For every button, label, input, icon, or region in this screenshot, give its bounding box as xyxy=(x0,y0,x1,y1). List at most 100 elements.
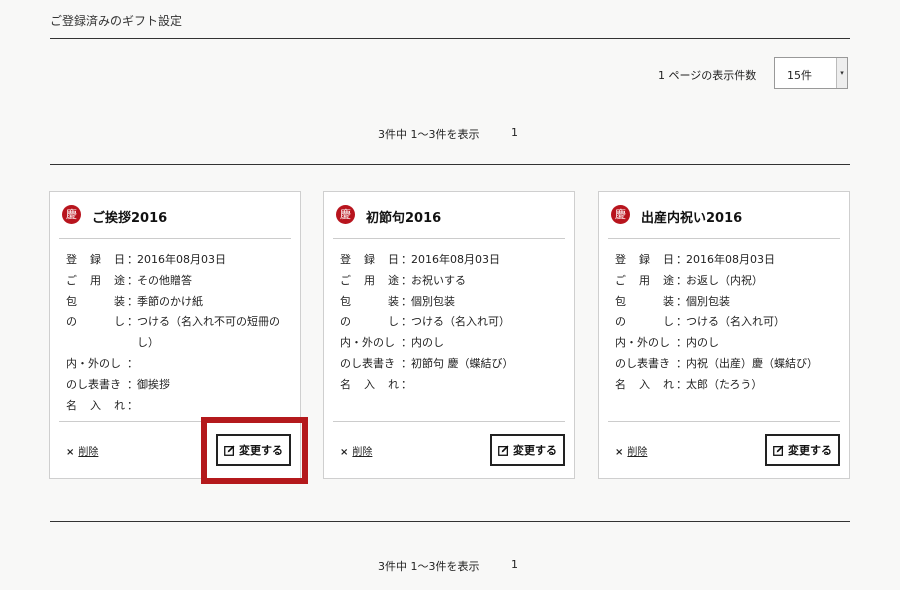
field-colon: ： xyxy=(676,336,687,350)
field-colon: ： xyxy=(127,253,138,266)
field-label-char: 装 xyxy=(114,294,125,308)
field-value-inner-outer xyxy=(137,354,292,375)
card-fields: 登録日： 2016年08月03日ご用途：お祝いする包装：個別包装のし：つける（名入… xyxy=(340,250,566,396)
field-row-inscription: のし表書き ：初節句 慶（蝶結び） xyxy=(340,354,566,375)
field-label: 内・外のし xyxy=(66,354,125,375)
field-colon: ： xyxy=(676,315,687,329)
field-label: のし表書き xyxy=(66,375,125,396)
field-label-char: 装 xyxy=(388,294,399,308)
field-row-noshi: のし：つける（名入れ不可の短冊のし） xyxy=(66,312,292,354)
field-label-char: 用 xyxy=(639,273,650,287)
field-label-char: 途 xyxy=(663,273,674,287)
delete-label: 削除 xyxy=(627,447,648,458)
field-label-char: のし表書き xyxy=(340,356,395,370)
field-label: 名入れ xyxy=(615,375,674,396)
field-label-char: 入 xyxy=(364,377,375,391)
field-value-inner-outer: 内のし xyxy=(686,336,719,350)
field-colon: ： xyxy=(401,356,412,370)
field-label-char: 名 xyxy=(66,398,77,412)
divider xyxy=(50,521,850,522)
gift-setting-card-2: 慶 初節句2016 登録日： 2016年08月03日ご用途：お祝いする包装：個別包… xyxy=(323,191,575,479)
field-label-char: 録 xyxy=(90,253,101,266)
field-label-char: ご xyxy=(66,273,77,287)
field-colon: ： xyxy=(127,315,138,329)
field-row-inner-outer: 内・外のし ：内のし xyxy=(340,333,566,354)
field-colon: ： xyxy=(401,294,412,308)
divider xyxy=(50,164,850,165)
field-label-char: 途 xyxy=(388,273,399,287)
field-value-wrapping: 個別包装 xyxy=(686,294,730,308)
delete-label: 削除 xyxy=(78,447,99,458)
delete-link[interactable]: × 削除 xyxy=(615,443,647,458)
field-row-inner-outer: 内・外のし ：内のし xyxy=(615,333,841,354)
field-row-wrapping: 包装：個別包装 xyxy=(615,292,841,313)
delete-label: 削除 xyxy=(352,447,373,458)
field-label-char: れ xyxy=(388,377,399,391)
chevron-down-icon[interactable]: ▾ xyxy=(836,58,847,88)
field-colon: ： xyxy=(676,377,687,391)
field-row-purpose: ご用途：お祝いする xyxy=(340,271,566,292)
field-value-registered: 2016年08月03日 xyxy=(137,253,226,266)
field-label-char: 登 xyxy=(340,253,351,266)
field-value-name xyxy=(411,375,566,396)
divider xyxy=(333,238,565,239)
field-row-name: 名入れ： xyxy=(66,396,292,417)
field-value-name xyxy=(137,396,292,417)
field-row-registered: 登録日： 2016年08月03日 xyxy=(66,250,292,271)
field-value-registered: 2016年08月03日 xyxy=(411,253,500,266)
field-label-char: ご xyxy=(340,273,351,287)
delete-link[interactable]: × 削除 xyxy=(340,443,372,458)
pager-page-1[interactable]: 1 xyxy=(511,558,518,571)
field-row-registered: 登録日： 2016年08月03日 xyxy=(340,250,566,271)
field-label-char: ご xyxy=(615,273,626,287)
field-label-char: し xyxy=(388,315,399,329)
field-label-char: 包 xyxy=(66,294,77,308)
field-colon: ： xyxy=(676,294,687,308)
field-label-char: 登 xyxy=(66,253,77,266)
field-label-char: 登 xyxy=(615,253,626,266)
field-value-wrapping: 季節のかけ紙 xyxy=(137,294,203,308)
field-value-purpose: お祝いする xyxy=(411,273,466,287)
field-label-char: れ xyxy=(114,398,125,412)
field-label-char: の xyxy=(340,315,351,329)
field-colon: ： xyxy=(401,273,412,287)
edit-button[interactable]: 変更する xyxy=(765,434,840,466)
field-label-char: 日 xyxy=(388,253,399,266)
field-label-char: し xyxy=(663,315,674,329)
field-row-registered: 登録日： 2016年08月03日 xyxy=(615,250,841,271)
field-value-purpose: お返し（内祝） xyxy=(686,273,763,287)
field-label: 内・外のし xyxy=(615,333,674,354)
field-label-char: のし表書き xyxy=(66,377,121,391)
per-page-select[interactable]: 15件 ▾ xyxy=(774,57,848,89)
field-colon: ： xyxy=(127,377,138,391)
divider xyxy=(50,38,850,39)
card-title: 出産内祝い2016 xyxy=(641,211,743,226)
field-value-inscription: 内祝（出産）慶（蝶結び） xyxy=(686,356,818,370)
field-colon: ： xyxy=(127,294,138,308)
field-row-inner-outer: 内・外のし ： xyxy=(66,354,292,375)
field-label: のし表書き xyxy=(340,354,399,375)
field-label-char: れ xyxy=(663,377,674,391)
pager-count: 3件中 1〜3件を表示 xyxy=(378,128,480,141)
field-row-name: 名入れ： xyxy=(340,375,566,396)
edit-icon xyxy=(498,445,509,456)
field-label-char: 装 xyxy=(663,294,674,308)
field-colon: ： xyxy=(401,377,412,391)
field-value-inscription: 御挨拶 xyxy=(137,377,170,391)
field-label-char: のし表書き xyxy=(615,356,670,370)
field-row-wrapping: 包装：季節のかけ紙 xyxy=(66,292,292,313)
field-value-name: 太郎（たろう） xyxy=(686,377,763,391)
field-label-char: 名 xyxy=(615,377,626,391)
field-label-char: 用 xyxy=(90,273,101,287)
field-row-noshi: のし：つける（名入れ可） xyxy=(340,312,566,333)
page-title: ご登録済みのギフト設定 xyxy=(50,14,183,28)
delete-link[interactable]: × 削除 xyxy=(66,443,98,458)
field-row-purpose: ご用途：お返し（内祝） xyxy=(615,271,841,292)
edit-button[interactable]: 変更する xyxy=(490,434,565,466)
pager-page-1[interactable]: 1 xyxy=(511,126,518,139)
field-label: 包装 xyxy=(66,292,125,313)
edit-label: 変更する xyxy=(788,444,832,457)
field-value-registered: 2016年08月03日 xyxy=(686,253,775,266)
field-label: 包装 xyxy=(340,292,399,313)
divider xyxy=(333,421,565,422)
